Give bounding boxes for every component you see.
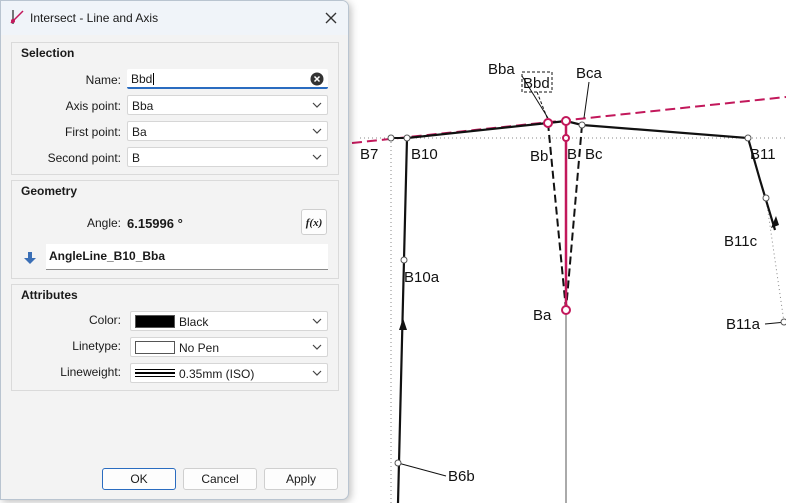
intersect-tool-icon [10,10,24,24]
linetype-value: No Pen [179,341,220,355]
linetype-label: Linetype: [72,339,121,353]
pattern-outline [396,119,777,503]
selection-group: Selection Name: Bbd Axis point: Bba Firs… [11,42,339,175]
chevron-down-icon [312,370,322,376]
geometry-heading: Geometry [21,184,78,198]
label-bc: Bc [585,146,603,163]
label-bba: Bba [488,61,515,78]
attributes-group: Attributes Color: Black Linetype: No Pen… [11,284,339,391]
construction-line-right [765,197,785,323]
formula-button[interactable]: f(x) [301,209,327,235]
point-b11[interactable] [744,134,752,142]
name-value: Bbd [131,72,153,86]
axis-point-label: Axis point: [65,99,121,113]
first-point-select[interactable]: Ba [127,121,328,141]
lineweight-select[interactable]: 0.35mm (ISO) [130,363,328,383]
color-value: Black [179,315,209,329]
attributes-heading: Attributes [21,288,78,302]
chevron-down-icon [312,154,322,160]
label-b7: B7 [360,146,378,163]
angle-value: 6.15996 ° [127,216,183,231]
apply-button[interactable]: Apply [264,468,338,490]
formula-icon: f(x) [305,217,323,229]
color-select[interactable]: Black [130,311,328,331]
selection-heading: Selection [21,46,75,60]
intersect-dialog: Intersect - Line and Axis Selection Name… [0,0,349,500]
chevron-down-icon [312,318,322,324]
ok-button[interactable]: OK [102,468,176,490]
name-field[interactable]: Bbd [127,69,328,89]
point-b11a[interactable] [780,318,786,326]
name-label: Name: [85,73,121,87]
chevron-down-icon [312,344,322,350]
point-bc[interactable] [578,121,586,129]
second-point-label: Second point: [47,151,121,165]
leader-b6b [397,462,447,477]
label-b10a: B10a [404,269,440,286]
chevron-down-icon [312,102,322,108]
dialog-titlebar[interactable]: Intersect - Line and Axis [1,1,348,35]
linetype-swatch [135,341,175,354]
label-b10: B10 [411,146,438,163]
clear-text-icon[interactable] [310,72,324,86]
color-swatch [135,315,175,328]
label-b11c: B11c [724,233,758,250]
point-b7[interactable] [387,134,395,142]
label-ba: Ba [533,307,552,324]
cancel-button[interactable]: Cancel [183,468,257,490]
label-b: B [567,146,577,163]
lineweight-swatch [135,369,175,377]
angle-line-field[interactable]: AngleLine_B10_Bba [46,244,328,270]
second-point-select[interactable]: B [127,147,328,167]
down-arrow-icon [24,252,36,264]
label-bca: Bca [576,65,603,82]
point-b10[interactable] [403,134,411,142]
direction-arrow-left [399,318,407,330]
dart-left [547,122,567,311]
point-b10a[interactable] [400,256,408,264]
first-point-label: First point: [64,125,121,139]
first-point-value: Ba [132,125,147,139]
angle-line-value: AngleLine_B10_Bba [49,249,166,263]
point-bb[interactable] [543,118,553,128]
linetype-select[interactable]: No Pen [130,337,328,357]
point-b6b[interactable] [394,459,402,467]
axis-point-value: Bba [132,99,154,113]
label-bb: Bb [530,148,548,165]
point-bba[interactable] [561,116,571,126]
leader-bbd [536,91,549,121]
point-ba[interactable] [561,305,571,315]
point-b11c[interactable] [762,194,770,202]
close-button[interactable] [314,1,348,35]
label-b11: B11 [750,146,776,163]
leader-bca [583,81,590,119]
label-b6b: B6b [448,468,475,485]
axis-point-select[interactable]: Bba [127,95,328,115]
label-bbd: Bbd [523,75,550,92]
close-icon [325,12,337,24]
color-label: Color: [88,313,121,327]
chevron-down-icon [312,128,322,134]
label-b11a: B11a [726,316,761,333]
lineweight-value: 0.35mm (ISO) [179,367,255,381]
angle-label: Angle: [86,216,121,230]
dialog-title: Intersect - Line and Axis [30,11,159,25]
lineweight-label: Lineweight: [60,365,121,379]
geometry-group: Geometry Angle: 6.15996 ° f(x) AngleLine… [11,180,339,279]
point-b[interactable] [562,134,570,142]
second-point-value: B [132,151,141,165]
